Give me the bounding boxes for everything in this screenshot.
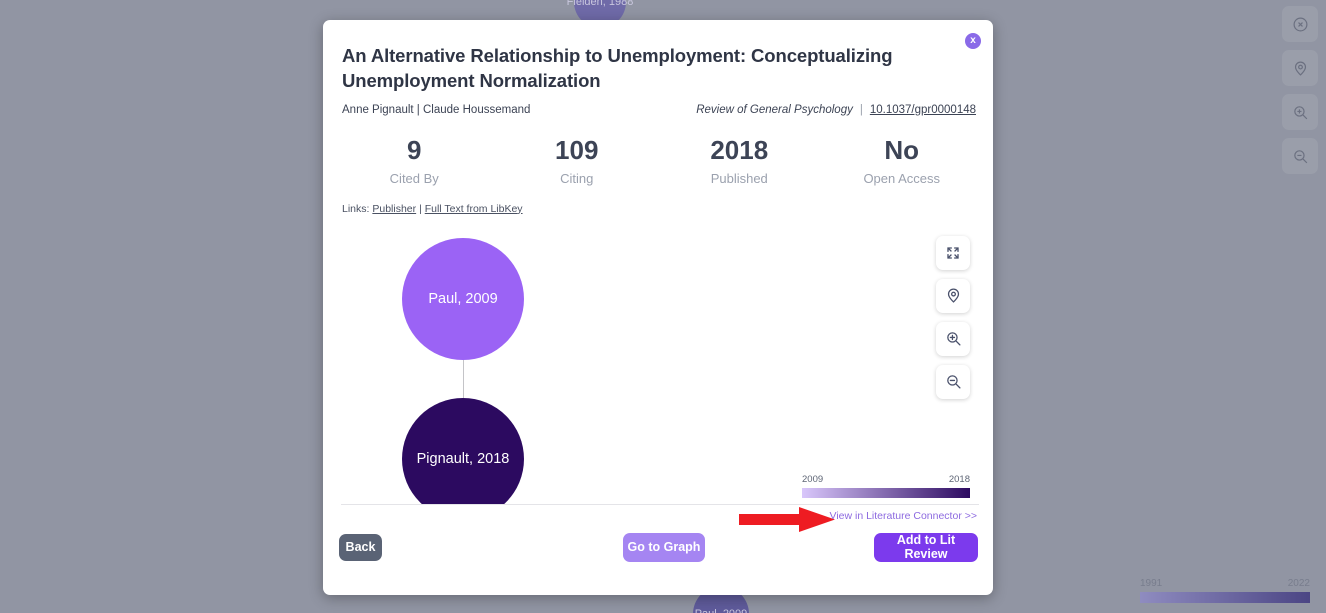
stat-value: No (884, 134, 920, 165)
legend-max-label: 2018 (948, 473, 970, 485)
stat-value: 9 (407, 134, 422, 165)
legend-min-label: 2009 (802, 473, 824, 485)
full-text-libkey-link[interactable]: Full Text from LibKey (425, 203, 523, 215)
doi-link[interactable]: 10.1037/gpr0000148 (870, 104, 976, 116)
close-button[interactable]: x (965, 33, 981, 49)
stats-row: 9 Cited By 109 Citing 2018 Published No … (333, 134, 984, 186)
zoom-out-button[interactable] (936, 364, 970, 399)
stat-label: Open Access (863, 170, 941, 186)
graph-toolbar (936, 235, 970, 399)
add-to-lit-review-button[interactable]: Add to Lit Review (874, 532, 978, 562)
location-pin-icon (947, 288, 959, 304)
fullscreen-icon (947, 247, 959, 259)
stat-value: 109 (555, 134, 599, 165)
background-graph-toolbar (1282, 6, 1318, 174)
page-title: An Alternative Relationship to Unemploym… (342, 45, 893, 91)
go-to-graph-button[interactable]: Go to Graph (623, 532, 705, 562)
background-legend-min-label: 1991 (1140, 578, 1163, 589)
location-pin-icon (1294, 61, 1306, 76)
links-prefix-label: Links: (342, 202, 370, 215)
recenter-button[interactable] (936, 278, 970, 313)
background-recenter-button[interactable] (1282, 50, 1318, 86)
citation-graph-canvas[interactable]: Paul, 2009 Pignault, 2018 2009 2018 (341, 227, 979, 505)
publisher-link[interactable]: Publisher (372, 203, 416, 215)
background-zoom-in-button[interactable] (1282, 94, 1318, 130)
year-legend: 2009 2018 (802, 474, 970, 498)
close-circle-icon (1293, 17, 1307, 31)
paper-meta-row: Anne Pignault | Claude Houssemand Review… (342, 104, 976, 116)
zoom-out-icon (946, 375, 961, 389)
background-zoom-out-button[interactable] (1282, 138, 1318, 174)
red-arrow-annotation (739, 506, 835, 532)
background-close-circle-button[interactable] (1282, 6, 1318, 42)
stat-label: Citing (560, 170, 594, 186)
graph-edge (463, 359, 464, 398)
stat-open-access: No Open Access (821, 134, 984, 186)
zoom-in-button[interactable] (936, 321, 970, 356)
journal-label: Review of General Psychology (696, 103, 853, 116)
footer-button-group: Back Go to Graph Add to Lit Review (323, 532, 993, 562)
links-row: Links: Publisher | Full Text from LibKey (342, 203, 993, 215)
authors-label: Anne Pignault | Claude Houssemand (342, 103, 531, 116)
journal-and-doi: Review of General Psychology | 10.1037/g… (696, 104, 976, 116)
legend-gradient-bar (802, 487, 970, 498)
zoom-in-icon (1293, 105, 1307, 119)
paper-detail-modal: x An Alternative Relationship to Unemplo… (323, 20, 993, 595)
stat-published: 2018 Published (658, 134, 821, 186)
graph-node-pignault-2018[interactable]: Pignault, 2018 (402, 397, 524, 504)
background-year-legend: 1991 2022 (1140, 578, 1310, 603)
modal-footer: View in Literature Connector >> Back Go … (323, 505, 993, 585)
stat-cited-by: 9 Cited By (333, 134, 496, 186)
meta-separator: | (859, 103, 863, 116)
fit-to-screen-button[interactable] (936, 235, 970, 270)
stat-citing: 109 Citing (496, 134, 659, 186)
links-separator: | (419, 202, 422, 215)
view-in-literature-connector-link[interactable]: View in Literature Connector >> (830, 510, 977, 522)
stat-value: 2018 (710, 134, 769, 165)
stat-label: Cited By (389, 170, 439, 186)
stat-label: Published (710, 170, 768, 186)
background-legend-gradient-bar (1140, 592, 1310, 603)
zoom-out-icon (1293, 149, 1307, 163)
background-legend-max-label: 2022 (1287, 578, 1310, 589)
zoom-in-icon (946, 332, 961, 346)
graph-node-paul-2009[interactable]: Paul, 2009 (402, 237, 524, 360)
back-button[interactable]: Back (339, 533, 382, 561)
